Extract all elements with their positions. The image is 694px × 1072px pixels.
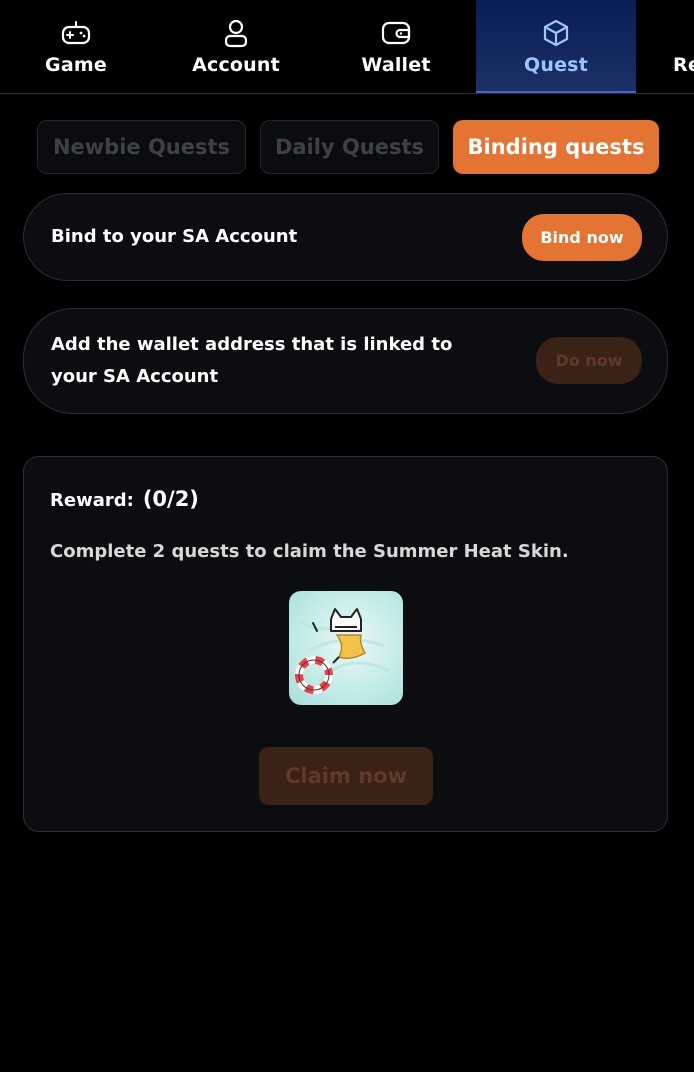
quest-card-bind-account: Bind to your SA Account Bind now [23, 193, 668, 281]
gamepad-icon [60, 18, 92, 48]
nav-item-re[interactable]: Re [636, 0, 694, 93]
wallet-icon [380, 18, 412, 48]
nav-label-game: Game [45, 54, 107, 76]
tab-binding-quests[interactable]: Binding quests [453, 120, 659, 174]
nav-item-account[interactable]: Account [156, 0, 316, 93]
reward-description: Complete 2 quests to claim the Summer He… [50, 541, 569, 562]
reward-progress: (0/2) [142, 487, 199, 511]
quest-text: Bind to your SA Account [51, 226, 298, 247]
nav-label-account: Account [192, 54, 280, 76]
nav-label-quest: Quest [524, 54, 588, 76]
bind-now-button[interactable]: Bind now [522, 214, 642, 261]
claim-now-button[interactable]: Claim now [259, 747, 433, 805]
nav-label-re: Re [673, 54, 694, 76]
nav-item-quest[interactable]: Quest [476, 0, 636, 93]
cube-icon [540, 18, 572, 48]
quest-text-line2: your SA Account [51, 366, 219, 387]
nav-item-wallet[interactable]: Wallet [316, 0, 476, 93]
user-icon [220, 18, 252, 48]
top-navigation: Game Account Wallet Quest R [0, 0, 694, 94]
nav-item-game[interactable]: Game [0, 0, 156, 93]
quest-text-line1: Add the wallet address that is linked to [51, 334, 453, 355]
reward-header: Reward: (0/2) [50, 487, 199, 511]
quest-text: Add the wallet address that is linked to… [51, 329, 452, 393]
reward-label: Reward: [50, 490, 134, 511]
reward-card: Reward: (0/2) Complete 2 quests to claim… [23, 456, 668, 832]
tab-daily-quests[interactable]: Daily Quests [260, 120, 439, 174]
tab-newbie-quests[interactable]: Newbie Quests [37, 120, 246, 174]
do-now-button[interactable]: Do now [536, 337, 642, 384]
summer-heat-skin-image [289, 591, 403, 705]
quest-card-add-wallet: Add the wallet address that is linked to… [23, 308, 668, 414]
nav-label-wallet: Wallet [361, 54, 431, 76]
